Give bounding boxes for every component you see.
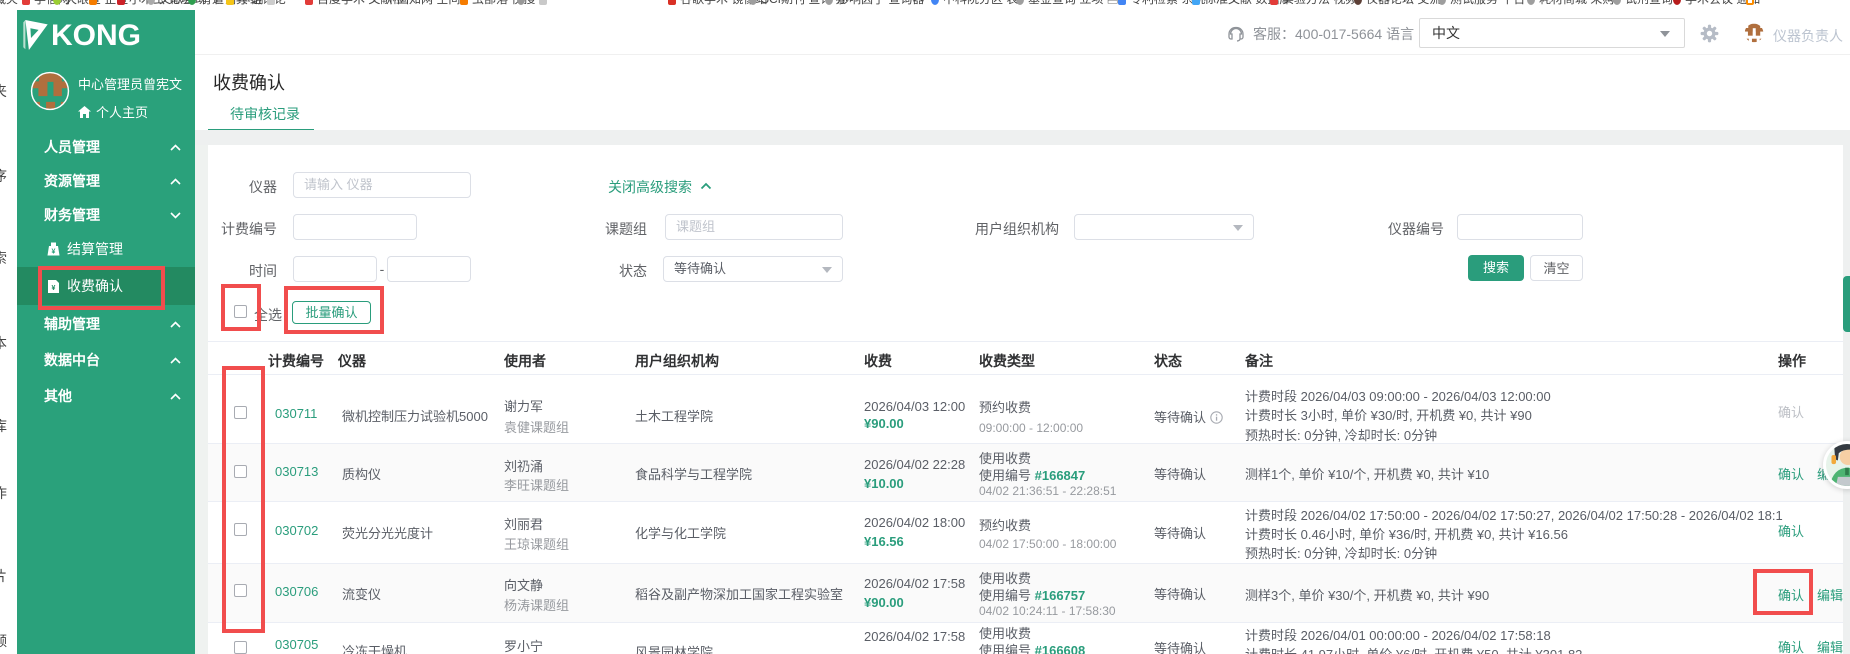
svg-text:¥: ¥: [52, 249, 56, 256]
